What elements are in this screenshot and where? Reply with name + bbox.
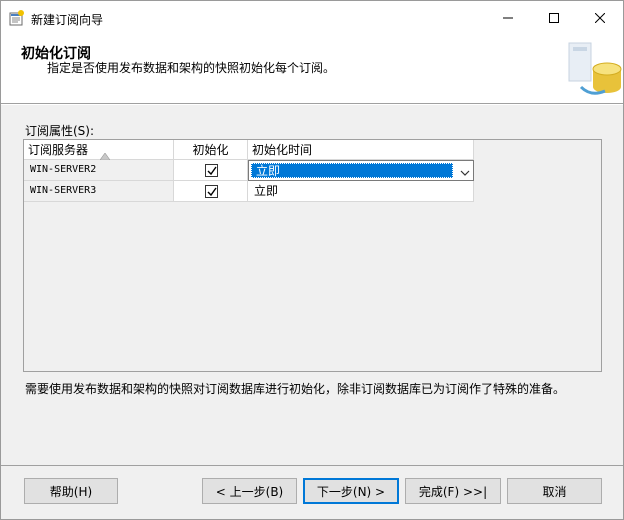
cancel-button[interactable]: 取消 [507,478,602,504]
column-header-server[interactable]: 订阅服务器 [24,140,174,161]
minimize-icon [503,13,513,23]
database-graphic [563,37,623,103]
server-cell: WIN-SERVER2 [24,160,174,181]
column-header-init[interactable]: 初始化 [174,140,248,160]
next-button[interactable]: 下一步(N) > [303,478,399,504]
close-icon [595,13,605,23]
init-checkbox[interactable] [205,164,218,177]
chevron-down-icon[interactable] [460,166,470,180]
init-time-dropdown[interactable]: 立即 [248,160,474,181]
maximize-icon [549,13,559,23]
table-row[interactable]: WIN-SERVER2 立即 [24,160,474,181]
column-header-server-label: 订阅服务器 [28,143,89,157]
page-subtitle: 指定是否使用发布数据和架构的快照初始化每个订阅。 [47,61,336,75]
table-row[interactable]: WIN-SERVER3 立即 [24,181,474,202]
init-time-cell[interactable]: 立即 [248,181,474,202]
finish-button[interactable]: 完成(F) >>| [405,478,501,504]
snapshot-note: 需要使用发布数据和架构的快照对订阅数据库进行初始化，除非订阅数据库已为订阅作了特… [25,382,566,396]
wizard-window: 新建订阅向导 初始化订阅 指定是否使用发布数据和架构的快照初始化每个订阅。 订阅… [0,0,624,520]
footer-divider [1,465,623,466]
back-button[interactable]: < 上一步(B) [202,478,297,504]
wizard-header: 初始化订阅 指定是否使用发布数据和架构的快照初始化每个订阅。 [1,37,623,103]
column-header-time[interactable]: 初始化时间 [248,140,474,160]
window-title: 新建订阅向导 [31,13,104,27]
checkmark-icon [207,187,217,197]
help-button[interactable]: 帮助(H) [24,478,118,504]
init-time-selected-value: 立即 [251,163,453,178]
init-cell [174,160,248,181]
grid-label: 订阅属性(S): [25,124,95,138]
init-cell [174,181,248,202]
close-button[interactable] [577,1,623,35]
minimize-button[interactable] [485,1,531,35]
title-bar: 新建订阅向导 [1,1,623,37]
checkmark-icon [207,166,217,176]
maximize-button[interactable] [531,1,577,35]
header-divider-highlight [1,104,623,105]
server-cell: WIN-SERVER3 [24,181,174,202]
wizard-app-icon [9,10,25,26]
subscription-grid[interactable]: 订阅服务器 初始化 初始化时间 WIN-SERVER2 立即 WIN-SERVE… [23,139,602,372]
init-checkbox[interactable] [205,185,218,198]
